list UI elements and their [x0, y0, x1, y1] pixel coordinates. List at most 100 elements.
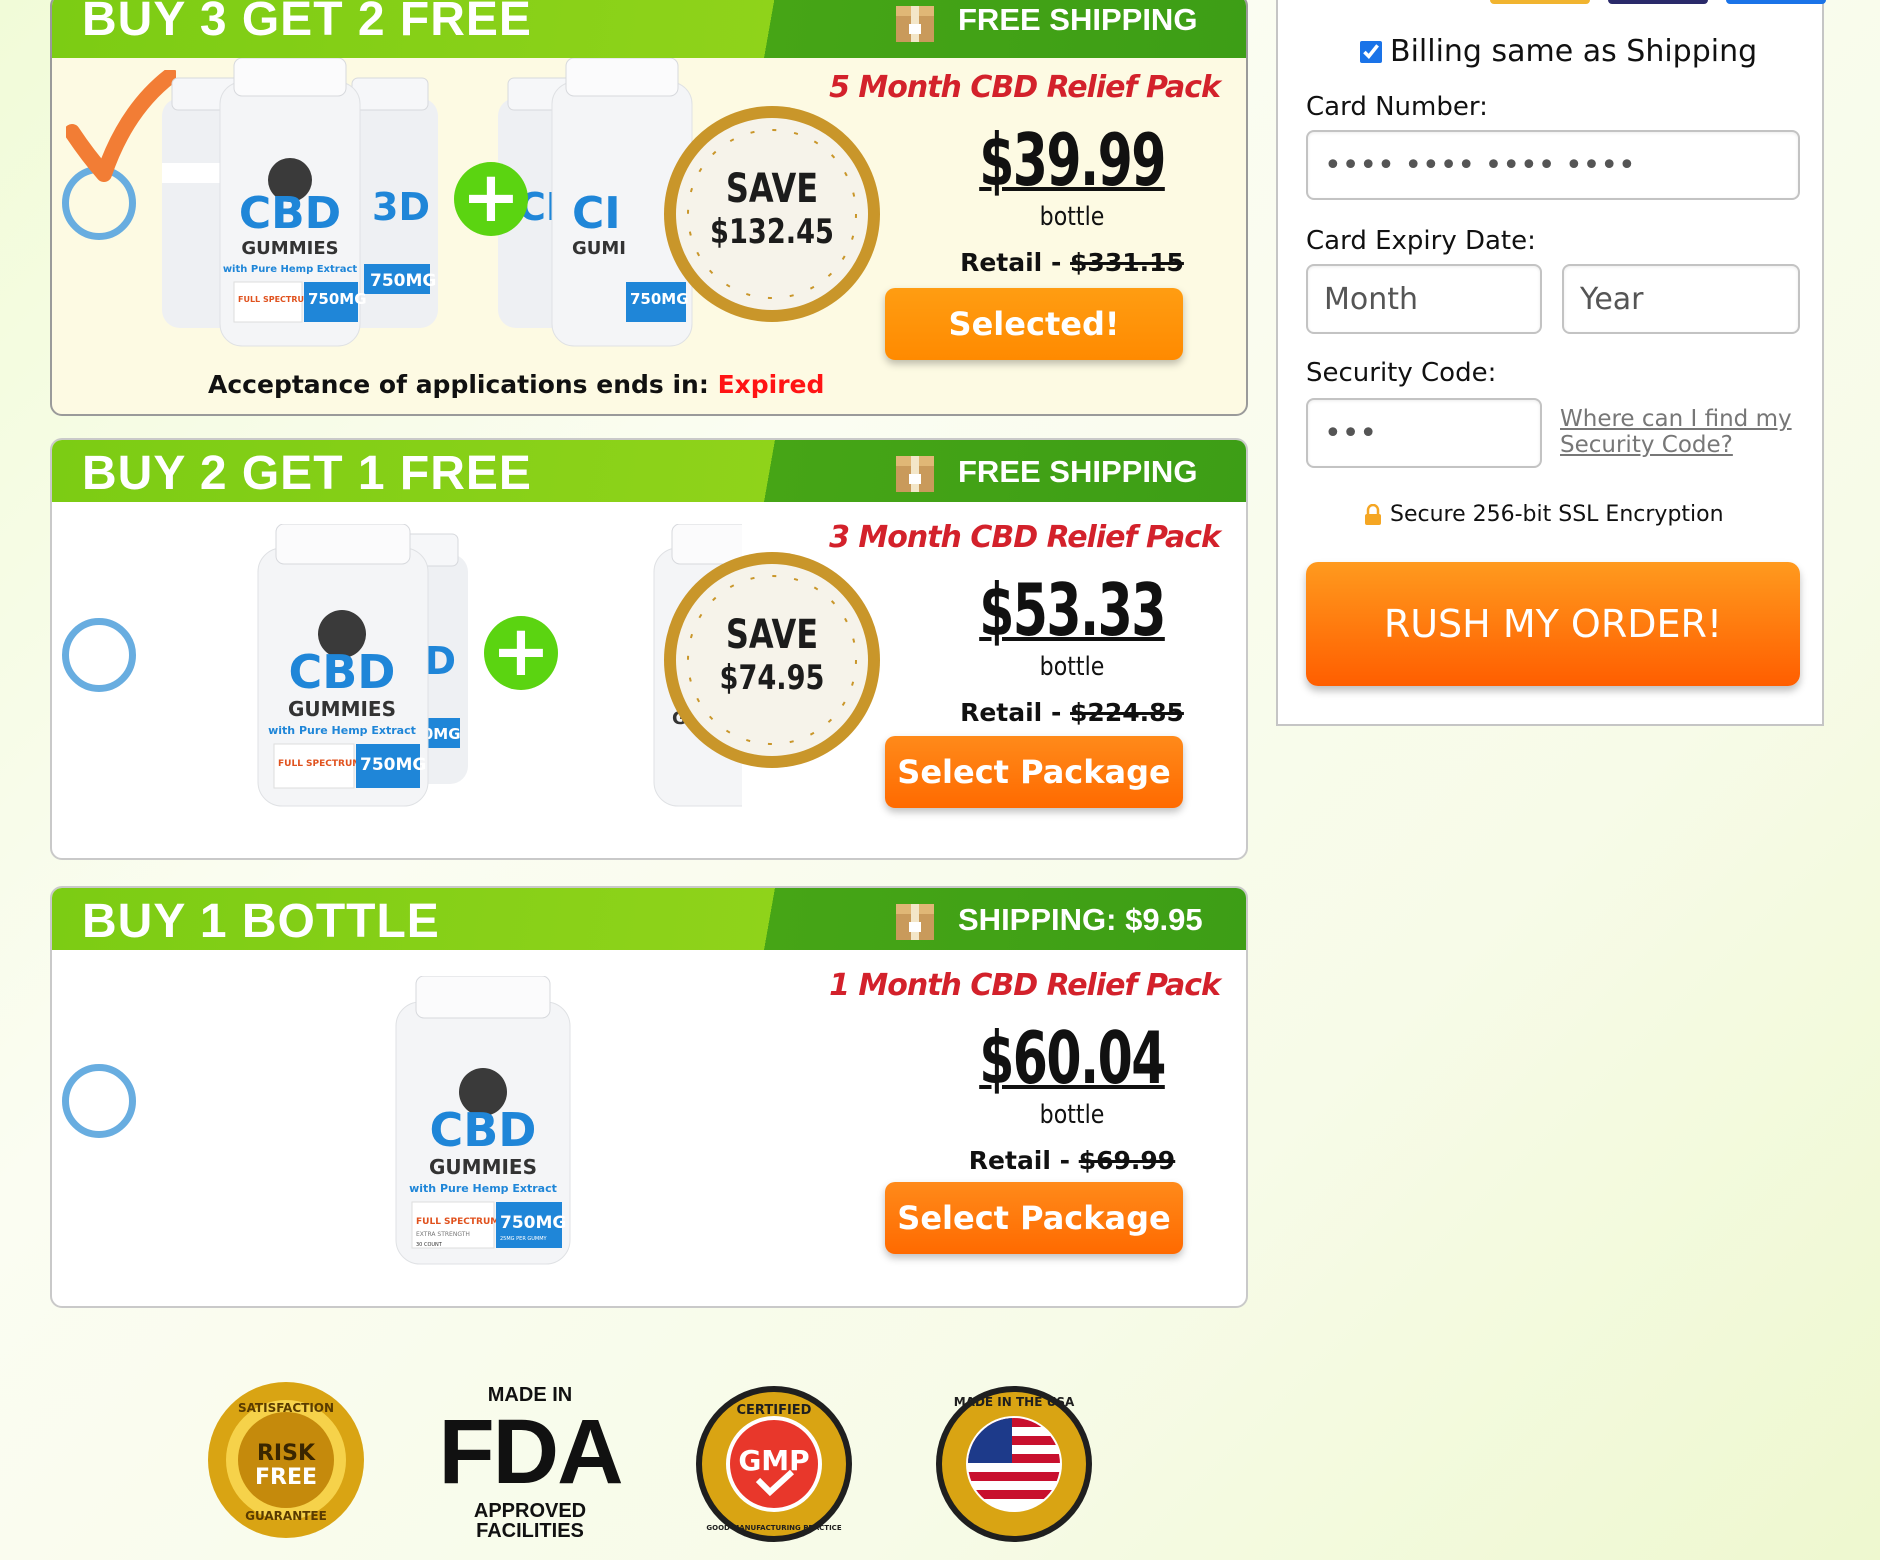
package-card-5-month[interactable]: BUY 3 GET 2 FREE FREE SHIPPING 3D 750MG … [50, 0, 1248, 416]
card-logo-icon [1490, 0, 1590, 4]
badge-top-text: SATISFACTION [238, 1401, 334, 1415]
badge-main-text: RISK [257, 1441, 316, 1466]
pack-name: 5 Month CBD Relief Pack [829, 70, 1221, 105]
svg-text:750MG: 750MG [360, 755, 426, 775]
svg-text:FULL SPECTRUM: FULL SPECTRUM [238, 295, 312, 304]
package-title: BUY 2 GET 1 FREE [82, 447, 532, 500]
price-unit: bottle [1039, 652, 1105, 682]
retail-price-line: Retail - $331.15 [912, 248, 1232, 277]
select-package-button[interactable]: Select Package [885, 736, 1183, 808]
lock-icon [1365, 503, 1381, 525]
save-label: SAVE [725, 166, 819, 212]
retail-label: Retail - [968, 1146, 1079, 1175]
fda-logo-text: FDA [438, 1401, 623, 1503]
package-radio[interactable] [62, 1064, 136, 1138]
svg-text:CI: CI [572, 188, 621, 239]
security-code-label: Security Code: [1306, 358, 1497, 388]
fda-approved-badge: MADE IN FDA APPROVED FACILITIES [430, 1384, 630, 1544]
bottle-count: 30 COUNT [416, 1242, 443, 1248]
package-card-3-month[interactable]: BUY 2 GET 1 FREE FREE SHIPPING 3D 750MG … [50, 438, 1248, 860]
acceptance-notice: Acceptance of applications ends in: Expi… [208, 370, 824, 399]
svg-text:with Pure Hemp Extract: with Pure Hemp Extract [223, 264, 358, 275]
gmp-certified-badge: CERTIFIED GMP GOOD MANUFACTURING PRACTIC… [694, 1384, 854, 1544]
retail-label: Retail - [960, 698, 1071, 727]
security-code-input[interactable] [1306, 398, 1542, 468]
expiry-label: Card Expiry Date: [1306, 226, 1536, 256]
payment-logos [1490, 0, 1826, 8]
package-title: BUY 3 GET 2 FREE [82, 0, 532, 46]
badge-bottom-text: GUARANTEE [245, 1509, 327, 1523]
svg-text:3D: 3D [372, 185, 430, 229]
selected-button[interactable]: Selected! [885, 288, 1183, 360]
card-number-label: Card Number: [1306, 92, 1488, 122]
shipping-label: FREE SHIPPING [958, 454, 1198, 489]
billing-same-label: Billing same as Shipping [1390, 34, 1758, 69]
acceptance-status: Expired [717, 370, 825, 399]
package-radio[interactable] [62, 618, 136, 692]
risk-free-guarantee-badge: SATISFACTION RISK FREE GUARANTEE [206, 1380, 366, 1540]
svg-text:with Pure Hemp Extract: with Pure Hemp Extract [268, 724, 416, 737]
svg-text:GUMMIES: GUMMIES [241, 238, 338, 259]
pack-name: 1 Month CBD Relief Pack [829, 968, 1221, 1003]
bottle-product: GUMMIES [429, 1155, 537, 1179]
retail-price-line: Retail - $69.99 [912, 1146, 1232, 1175]
card-number-input[interactable] [1306, 130, 1800, 200]
package-title: BUY 1 BOTTLE [82, 895, 440, 948]
ssl-notice: Secure 256-bit SSL Encryption [1364, 502, 1724, 527]
save-amount: $132.45 [710, 212, 834, 252]
gmp-seal-icon: CERTIFIED GMP GOOD MANUFACTURING PRACTIC… [696, 1386, 852, 1542]
save-label: SAVE [725, 612, 819, 658]
svg-text:CBD: CBD [239, 188, 341, 239]
expiry-year-select[interactable] [1562, 264, 1800, 334]
expiry-month-select[interactable] [1306, 264, 1542, 334]
bottle-per: 25MG PER GUMMY [500, 1236, 548, 1242]
product-bottles-image: 3D 750MG CBD GUMMIES with Pure Hemp Extr… [162, 58, 693, 347]
pack-name: 3 Month CBD Relief Pack [829, 520, 1221, 555]
usa-flag-seal-icon: MADE IN THE USA [936, 1386, 1092, 1542]
bottle-mg: 750MG [500, 1213, 566, 1233]
card-logo-icon [1726, 0, 1826, 4]
gmp-top-text: CERTIFIED [737, 1403, 812, 1418]
select-package-button[interactable]: Select Package [885, 1182, 1183, 1254]
rush-order-button[interactable]: RUSH MY ORDER! [1306, 562, 1800, 686]
plus-icon: + [454, 162, 528, 236]
retail-label: Retail - [960, 248, 1071, 277]
price: $39.99 [979, 118, 1166, 202]
made-in-usa-badge: MADE IN THE USA [934, 1384, 1094, 1544]
svg-text:750MG: 750MG [370, 271, 436, 291]
bottle-sub: with Pure Hemp Extract [409, 1182, 557, 1195]
billing-same-checkbox[interactable] [1360, 40, 1382, 63]
svg-text:GUMI: GUMI [572, 238, 626, 259]
plus-icon: + [484, 616, 558, 690]
svg-text:CBD: CBD [288, 645, 395, 699]
retail-price: $224.85 [1070, 698, 1184, 727]
shipping-box-icon [896, 6, 934, 42]
package-header: BUY 3 GET 2 FREE FREE SHIPPING [52, 0, 1246, 58]
shipping-box-icon [896, 904, 934, 940]
price-unit: bottle [1039, 1100, 1105, 1130]
svg-text:750MG: 750MG [308, 290, 367, 308]
security-code-help-link[interactable]: Where can I find my Security Code? [1560, 406, 1800, 458]
shipping-box-icon [896, 456, 934, 492]
bottle-brand: CBD [429, 1103, 536, 1157]
price: $60.04 [979, 1016, 1166, 1100]
gmp-main-text: GMP [738, 1444, 809, 1477]
package-header: BUY 2 GET 1 FREE FREE SHIPPING [52, 440, 1246, 502]
billing-same-checkbox-row[interactable]: Billing same as Shipping [1360, 34, 1757, 69]
product-bottles-image: 3D 750MG CBD GUMMIES with Pure Hemp Extr… [257, 524, 742, 807]
bottle-strength: EXTRA STRENGTH [416, 1231, 470, 1238]
save-seal: SAVE $74.95 [662, 550, 882, 770]
badge-main-text-2: FREE [255, 1465, 317, 1490]
package-card-1-month[interactable]: BUY 1 BOTTLE SHIPPING: $9.95 CBD GUMMIES… [50, 886, 1248, 1308]
save-seal: SAVE $132.45 [662, 104, 882, 324]
payment-form: Billing same as Shipping Card Number: Ca… [1276, 0, 1826, 726]
svg-text:GUMMIES: GUMMIES [288, 697, 396, 721]
package-header: BUY 1 BOTTLE SHIPPING: $9.95 [52, 888, 1246, 950]
acceptance-text: Acceptance of applications ends in: [208, 370, 718, 399]
shipping-label: SHIPPING: $9.95 [958, 902, 1203, 937]
gmp-ring-text: GOOD MANUFACTURING PRACTICE [706, 1524, 841, 1532]
retail-price: $331.15 [1070, 248, 1184, 277]
price: $53.33 [979, 568, 1166, 652]
usa-ring-text: MADE IN THE USA [954, 1395, 1075, 1409]
ssl-text: Secure 256-bit SSL Encryption [1390, 502, 1724, 527]
